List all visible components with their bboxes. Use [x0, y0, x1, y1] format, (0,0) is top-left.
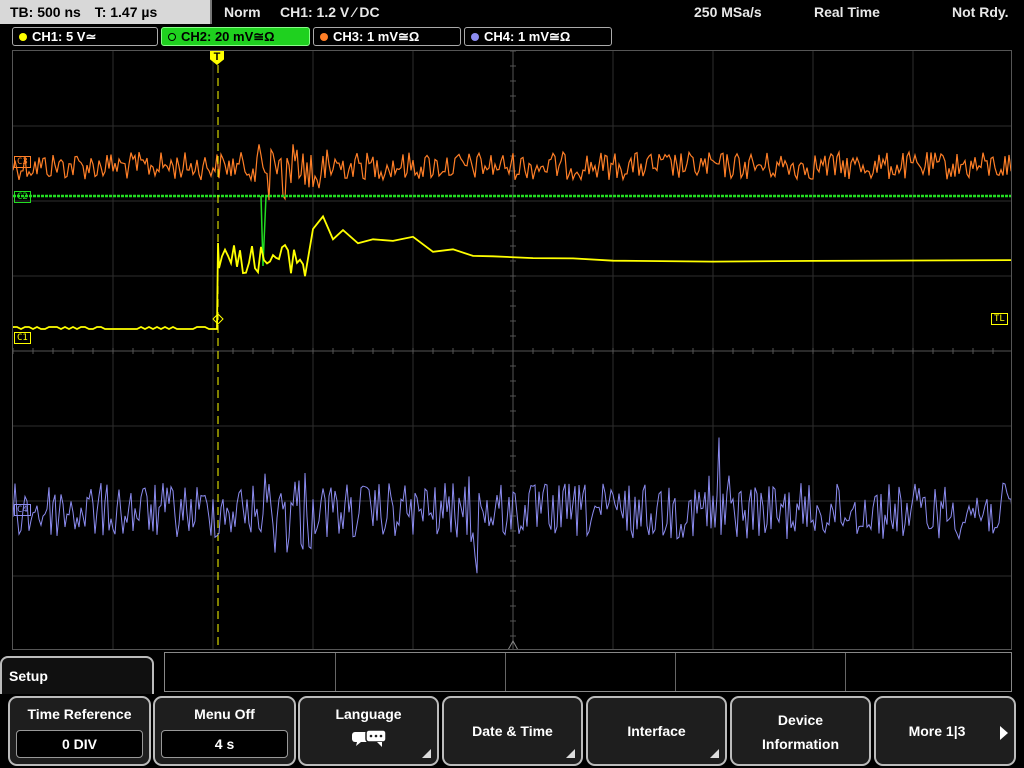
channel-tab-ch2[interactable]: CH2: 20 mV≅Ω: [161, 27, 310, 46]
ch1-color-dot: [19, 33, 27, 41]
channel-tab-ch2-label: CH2: 20 mV≅Ω: [181, 29, 275, 44]
channel-tabs: CH1: 5 V≃ CH2: 20 mV≅Ω CH3: 1 mV≅Ω CH4: …: [0, 26, 1024, 48]
info-strip-divider: [845, 653, 846, 691]
device-information-button[interactable]: Device Information: [730, 696, 871, 766]
info-strip: [164, 652, 1012, 692]
ch4-reference-marker[interactable]: C4: [14, 504, 31, 516]
channel-tab-ch1-label: CH1: 5 V≃: [32, 29, 97, 44]
ch3-color-dot: [320, 33, 328, 41]
info-strip-divider: [335, 653, 336, 691]
info-strip-divider: [505, 653, 506, 691]
submenu-corner-icon: [710, 749, 719, 758]
trigger-time-value: T: 1.47 µs: [94, 4, 158, 20]
timebase-value: TB: 500 ns: [10, 4, 81, 20]
sample-rate: 250 MSa/s: [694, 4, 762, 20]
language-button[interactable]: Language: [298, 696, 439, 766]
submenu-corner-icon: [422, 749, 431, 758]
status-bar: TB: 500 ns T: 1.47 µs Norm CH1: 1.2 V ⁄ …: [0, 0, 1024, 24]
ch3-reference-marker[interactable]: C3: [14, 156, 31, 168]
time-reference-button[interactable]: Time Reference 0 DIV: [8, 696, 151, 766]
more-label: More 1|3: [908, 723, 966, 739]
trigger-mode[interactable]: Norm: [224, 0, 261, 24]
menu-off-button[interactable]: Menu Off 4 s: [153, 696, 296, 766]
channel-tab-ch1[interactable]: CH1: 5 V≃: [12, 27, 158, 46]
time-reference-label: Time Reference: [27, 706, 132, 722]
channel-tab-ch3-label: CH3: 1 mV≅Ω: [333, 29, 420, 44]
waveform-canvas: [13, 51, 1011, 649]
device-information-label-2: Information: [762, 736, 839, 752]
submenu-corner-icon: [566, 749, 575, 758]
channel-tab-ch3[interactable]: CH3: 1 mV≅Ω: [313, 27, 461, 46]
next-page-icon: [1000, 726, 1008, 740]
interface-label: Interface: [627, 723, 686, 739]
date-time-label: Date & Time: [472, 723, 553, 739]
interface-button[interactable]: Interface: [586, 696, 727, 766]
speech-bubbles-icon: [351, 729, 387, 747]
trigger-level-marker[interactable]: TL: [991, 313, 1008, 325]
device-information-label-1: Device: [777, 712, 824, 728]
time-reference-value: 0 DIV: [16, 730, 143, 758]
date-time-button[interactable]: Date & Time: [442, 696, 583, 766]
ch2-color-dot: [168, 33, 176, 41]
trigger-setting[interactable]: CH1: 1.2 V ⁄ DC: [280, 0, 380, 24]
waveform-display[interactable]: C3 C2 C1 C4 TL T: [12, 50, 1012, 650]
timebase-box[interactable]: TB: 500 ns T: 1.47 µs: [0, 0, 212, 24]
info-strip-divider: [675, 653, 676, 691]
menu-title: Setup: [0, 656, 154, 696]
language-label: Language: [335, 706, 402, 722]
channel-tab-ch4[interactable]: CH4: 1 mV≅Ω: [464, 27, 612, 46]
menu-off-value: 4 s: [161, 730, 288, 758]
ch1-reference-marker[interactable]: C1: [14, 332, 31, 344]
channel-tab-ch4-label: CH4: 1 mV≅Ω: [484, 29, 571, 44]
ch2-reference-marker[interactable]: C2: [14, 191, 31, 203]
ch4-color-dot: [471, 33, 479, 41]
softkey-bar: Time Reference 0 DIV Menu Off 4 s Langua…: [0, 694, 1024, 768]
more-button[interactable]: More 1|3: [874, 696, 1016, 766]
acquisition-status: Not Rdy.: [952, 4, 1009, 20]
acquire-mode: Real Time: [814, 4, 880, 20]
menu-off-label: Menu Off: [194, 706, 255, 722]
